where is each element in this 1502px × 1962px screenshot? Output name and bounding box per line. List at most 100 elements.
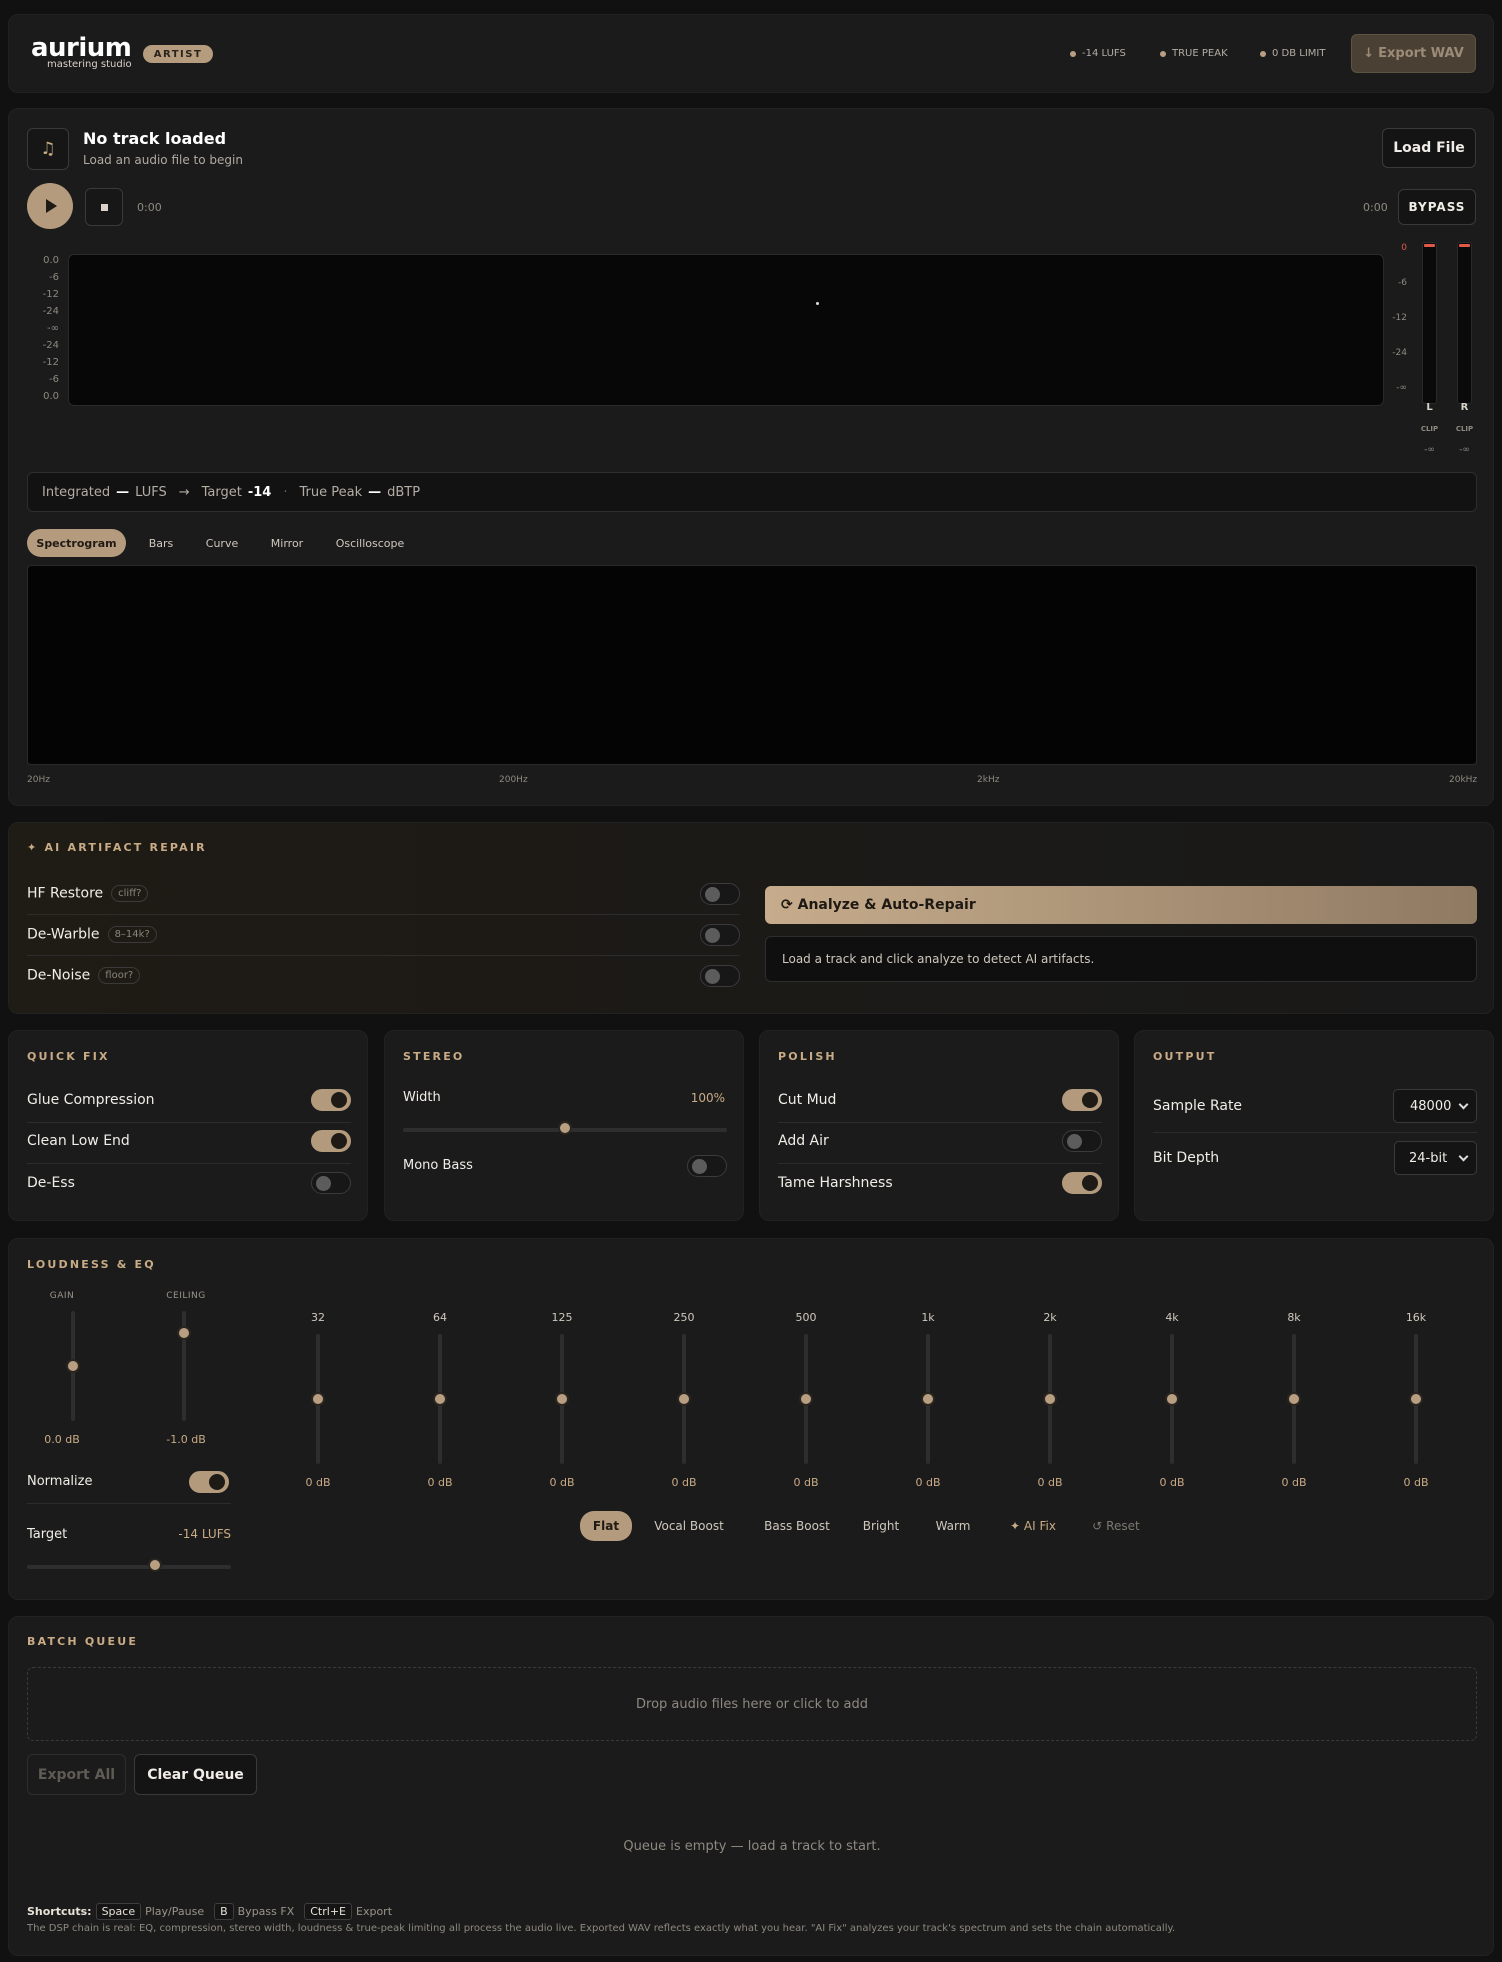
tab-mirror[interactable]: Mirror bbox=[258, 529, 316, 557]
stereo-panel: STEREO Width 100% Mono Bass bbox=[384, 1030, 744, 1221]
add-air-toggle[interactable] bbox=[1062, 1130, 1102, 1152]
app-logo: aurium mastering studio bbox=[31, 33, 132, 70]
normalize-toggle[interactable] bbox=[189, 1471, 229, 1493]
width-value: 100% bbox=[690, 1091, 725, 1105]
waveform-display[interactable] bbox=[68, 254, 1384, 406]
download-arrow-icon: ↓ bbox=[1363, 46, 1375, 61]
polish-panel: POLISH Cut Mud Add Air Tame Harshness bbox=[759, 1030, 1119, 1221]
preset-ai-fix[interactable]: ✦ AI Fix bbox=[1002, 1511, 1064, 1541]
eq-band-slider-knob[interactable] bbox=[555, 1392, 569, 1406]
sample-rate-select[interactable]: 48000 bbox=[1393, 1089, 1477, 1123]
play-icon bbox=[46, 199, 57, 213]
tab-curve[interactable]: Curve bbox=[194, 529, 250, 557]
eq-band-slider-knob[interactable] bbox=[1043, 1392, 1057, 1406]
quick-fix-panel: QUICK FIX Glue Compression Clean Low End… bbox=[8, 1030, 368, 1221]
track-subtitle: Load an audio file to begin bbox=[83, 153, 243, 167]
tame-harshness-toggle[interactable] bbox=[1062, 1172, 1102, 1194]
eq-band-slider-knob[interactable] bbox=[799, 1392, 813, 1406]
meter-right-clip[interactable]: CLIP bbox=[1448, 425, 1481, 433]
eq-band-slider-knob[interactable] bbox=[1287, 1392, 1301, 1406]
preset-warm[interactable]: Warm bbox=[929, 1511, 977, 1541]
plan-badge: ARTIST bbox=[143, 45, 213, 63]
target-slider-knob[interactable] bbox=[148, 1558, 162, 1572]
loudness-eq-panel: LOUDNESS & EQ GAIN 0.0 dB CEILING -1.0 d… bbox=[8, 1238, 1494, 1600]
meter-left-label: L bbox=[1426, 402, 1433, 413]
de-warble-toggle[interactable] bbox=[700, 924, 740, 946]
gain-slider-knob[interactable] bbox=[66, 1359, 80, 1373]
eq-band-value: 0 dB bbox=[427, 1476, 453, 1489]
eq-band-freq-label: 1k bbox=[921, 1311, 935, 1324]
meter-right bbox=[1457, 242, 1472, 404]
target-value: -14 LUFS bbox=[178, 1527, 231, 1541]
freq-label-200hz: 200Hz bbox=[499, 775, 528, 785]
add-air-label: Add Air bbox=[778, 1133, 829, 1149]
eq-band-slider-knob[interactable] bbox=[677, 1392, 691, 1406]
meter-left-clip[interactable]: CLIP bbox=[1413, 425, 1446, 433]
width-slider[interactable] bbox=[403, 1121, 727, 1135]
analyze-auto-repair-button[interactable]: ⟳ Analyze & Auto-Repair bbox=[765, 886, 1477, 924]
shortcuts-bar: Shortcuts: Space Play/Pause B Bypass FX … bbox=[27, 1903, 393, 1920]
de-ess-label: De-Ess bbox=[27, 1175, 75, 1191]
status-dot-icon bbox=[1260, 50, 1266, 57]
eq-band-freq-label: 32 bbox=[311, 1311, 325, 1324]
cut-mud-toggle[interactable] bbox=[1062, 1089, 1102, 1111]
ai-repair-title: ✦ AI ARTIFACT REPAIR bbox=[27, 841, 207, 854]
ceiling-slider-knob[interactable] bbox=[177, 1326, 191, 1340]
clear-queue-button[interactable]: Clear Queue bbox=[134, 1754, 257, 1795]
preset-flat[interactable]: Flat bbox=[580, 1511, 632, 1541]
de-noise-toggle[interactable] bbox=[700, 965, 740, 987]
glue-compression-label: Glue Compression bbox=[27, 1092, 155, 1108]
track-art-icon: ♫ bbox=[27, 128, 69, 170]
time-current: 0:00 bbox=[137, 201, 162, 214]
freq-label-2khz: 2kHz bbox=[977, 775, 1000, 785]
status-dot-icon bbox=[1070, 50, 1076, 57]
bypass-button[interactable]: BYPASS bbox=[1398, 189, 1476, 225]
load-file-button[interactable]: Load File bbox=[1382, 128, 1476, 168]
freq-label-20hz: 20Hz bbox=[27, 775, 50, 785]
bit-depth-select[interactable]: 24-bit bbox=[1394, 1141, 1477, 1175]
tame-harshness-label: Tame Harshness bbox=[778, 1175, 893, 1191]
preset-bright[interactable]: Bright bbox=[857, 1511, 905, 1541]
drop-zone[interactable]: Drop audio files here or click to add bbox=[27, 1667, 1477, 1741]
de-noise-tag: floor? bbox=[98, 967, 141, 984]
stop-button[interactable] bbox=[85, 188, 123, 226]
mono-bass-toggle[interactable] bbox=[687, 1155, 727, 1177]
queue-empty-message: Queue is empty — load a track to start. bbox=[623, 1839, 881, 1854]
eq-band-freq-label: 125 bbox=[551, 1311, 573, 1324]
eq-band-freq-label: 500 bbox=[795, 1311, 817, 1324]
status-limit: 0 DB LIMIT bbox=[1260, 48, 1326, 59]
target-label: Target bbox=[27, 1527, 68, 1542]
clean-low-end-toggle[interactable] bbox=[311, 1130, 351, 1152]
shortcut-key-ctrl-e: Ctrl+E bbox=[304, 1903, 352, 1920]
eq-band-slider-knob[interactable] bbox=[1165, 1392, 1179, 1406]
tab-oscilloscope[interactable]: Oscilloscope bbox=[325, 529, 415, 557]
sample-rate-label: Sample Rate bbox=[1153, 1098, 1243, 1114]
tab-bars[interactable]: Bars bbox=[136, 529, 186, 557]
de-ess-toggle[interactable] bbox=[311, 1172, 351, 1194]
width-slider-knob[interactable] bbox=[558, 1121, 572, 1135]
tab-spectrogram[interactable]: Spectrogram bbox=[27, 529, 126, 557]
gain-label: GAIN bbox=[49, 1291, 75, 1301]
hf-restore-toggle[interactable] bbox=[700, 883, 740, 905]
eq-band-slider-knob[interactable] bbox=[1409, 1392, 1423, 1406]
eq-band-value: 0 dB bbox=[671, 1476, 697, 1489]
ceiling-label: CEILING bbox=[166, 1291, 206, 1301]
glue-compression-toggle[interactable] bbox=[311, 1089, 351, 1111]
spectrum-display bbox=[27, 565, 1477, 765]
eq-band-slider-knob[interactable] bbox=[311, 1392, 325, 1406]
eq-band-slider-knob[interactable] bbox=[921, 1392, 935, 1406]
ai-repair-message: Load a track and click analyze to detect… bbox=[765, 936, 1477, 982]
eq-band-slider-knob[interactable] bbox=[433, 1392, 447, 1406]
preset-bass-boost[interactable]: Bass Boost bbox=[755, 1511, 839, 1541]
chevron-down-icon bbox=[1458, 1151, 1469, 1162]
meter-right-label: R bbox=[1460, 402, 1469, 413]
export-wav-button[interactable]: ↓ Export WAV bbox=[1351, 34, 1476, 73]
gain-value: 0.0 dB bbox=[44, 1433, 80, 1446]
preset-reset[interactable]: ↺ Reset bbox=[1086, 1511, 1146, 1541]
play-button[interactable] bbox=[27, 183, 73, 229]
export-all-button[interactable]: Export All bbox=[27, 1754, 126, 1795]
status-lufs: -14 LUFS bbox=[1070, 48, 1126, 59]
preset-vocal-boost[interactable]: Vocal Boost bbox=[645, 1511, 733, 1541]
target-slider[interactable] bbox=[27, 1558, 231, 1572]
shortcut-key-space: Space bbox=[95, 1903, 142, 1920]
